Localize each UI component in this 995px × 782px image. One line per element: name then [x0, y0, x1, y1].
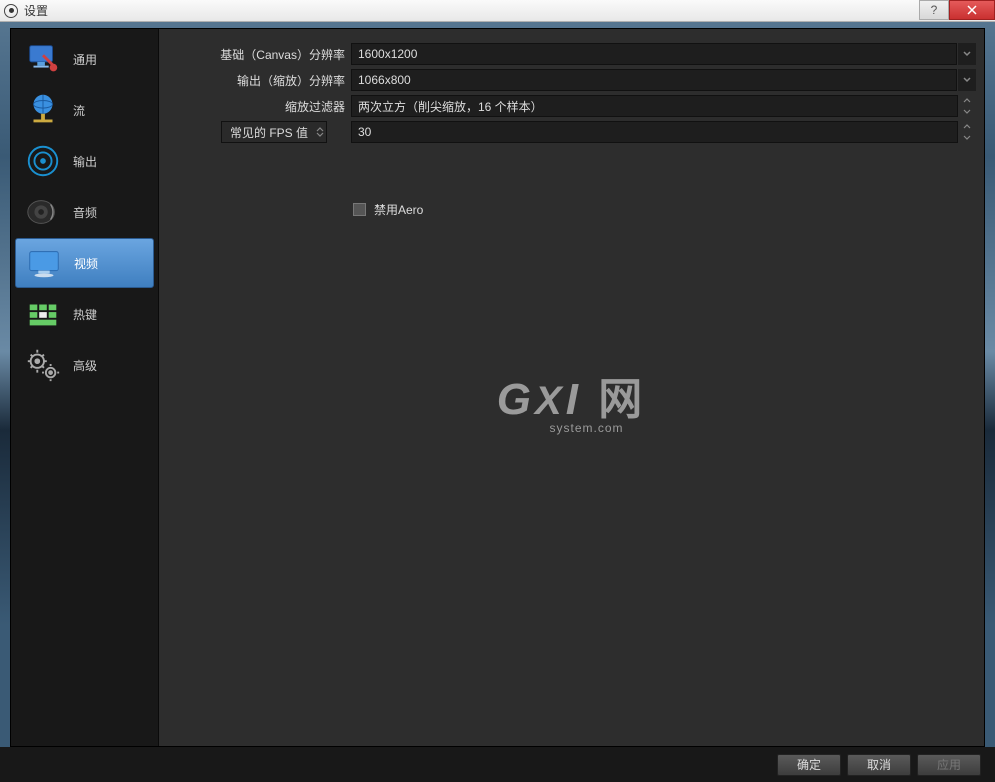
window-title: 设置 — [24, 2, 48, 19]
close-icon — [967, 5, 977, 15]
output-resolution-value: 1066x800 — [358, 73, 411, 87]
sidebar-item-output[interactable]: 输出 — [15, 136, 154, 186]
speaker-icon — [23, 192, 63, 232]
fps-type-select[interactable]: 常见的 FPS 值 — [221, 121, 327, 143]
sidebar-item-label: 视频 — [74, 255, 98, 272]
fps-value: 30 — [358, 125, 371, 139]
sidebar-item-hotkeys[interactable]: 热键 — [15, 289, 154, 339]
sidebar: 通用 流 输出 音频 — [11, 29, 159, 746]
sidebar-item-label: 热键 — [73, 306, 97, 323]
globe-network-icon — [23, 90, 63, 130]
downscale-filter-value: 两次立方（削尖缩放，16 个样本） — [358, 98, 543, 115]
main-panel: 基础（Canvas）分辨率 1600x1200 输出（缩放）分辨率 1066x8… — [159, 29, 984, 746]
titlebar: 设置 ? — [0, 0, 995, 22]
footer: 确定 取消 应用 — [0, 747, 995, 782]
sidebar-item-label: 音频 — [73, 204, 97, 221]
base-resolution-select[interactable]: 1600x1200 — [351, 43, 957, 65]
chevron-down-icon — [316, 132, 324, 137]
app-icon — [4, 4, 18, 18]
chevron-up-icon[interactable] — [960, 95, 974, 106]
chevron-up-icon[interactable] — [960, 121, 974, 132]
output-resolution-label: 输出（缩放）分辨率 — [167, 72, 351, 89]
chevron-down-icon[interactable] — [960, 106, 974, 117]
sidebar-item-label: 高级 — [73, 357, 97, 374]
broadcast-icon — [23, 141, 63, 181]
sidebar-item-video[interactable]: 视频 — [15, 238, 154, 288]
sidebar-item-stream[interactable]: 流 — [15, 85, 154, 135]
monitor-wrench-icon — [23, 39, 63, 79]
chevron-down-icon[interactable] — [958, 43, 976, 65]
downscale-filter-label: 缩放过滤器 — [167, 98, 351, 115]
chevron-down-icon[interactable] — [958, 69, 976, 91]
display-icon — [24, 243, 64, 283]
output-resolution-select[interactable]: 1066x800 — [351, 69, 957, 91]
sidebar-item-label: 通用 — [73, 51, 97, 68]
base-resolution-value: 1600x1200 — [358, 47, 417, 61]
apply-button[interactable]: 应用 — [917, 754, 981, 776]
chevron-down-icon[interactable] — [960, 132, 974, 143]
help-button[interactable]: ? — [919, 0, 949, 20]
fps-type-label: 常见的 FPS 值 — [230, 124, 308, 141]
keyboard-icon — [23, 294, 63, 334]
sidebar-item-advanced[interactable]: 高级 — [15, 340, 154, 390]
base-resolution-label: 基础（Canvas）分辨率 — [167, 46, 351, 63]
fps-value-select[interactable]: 30 — [351, 121, 958, 143]
sidebar-item-general[interactable]: 通用 — [15, 34, 154, 84]
sidebar-item-audio[interactable]: 音频 — [15, 187, 154, 237]
ok-button[interactable]: 确定 — [777, 754, 841, 776]
downscale-filter-select[interactable]: 两次立方（削尖缩放，16 个样本） — [351, 95, 958, 117]
close-button[interactable] — [949, 0, 995, 20]
sidebar-item-label: 流 — [73, 102, 85, 119]
disable-aero-checkbox[interactable] — [353, 203, 366, 216]
filter-spinner[interactable] — [960, 95, 974, 117]
disable-aero-label: 禁用Aero — [374, 201, 423, 218]
fps-spinner[interactable] — [960, 121, 974, 143]
cancel-button[interactable]: 取消 — [847, 754, 911, 776]
watermark: GXI 网 system.com — [497, 362, 646, 434]
sidebar-item-label: 输出 — [73, 153, 97, 170]
gears-icon — [23, 345, 63, 385]
